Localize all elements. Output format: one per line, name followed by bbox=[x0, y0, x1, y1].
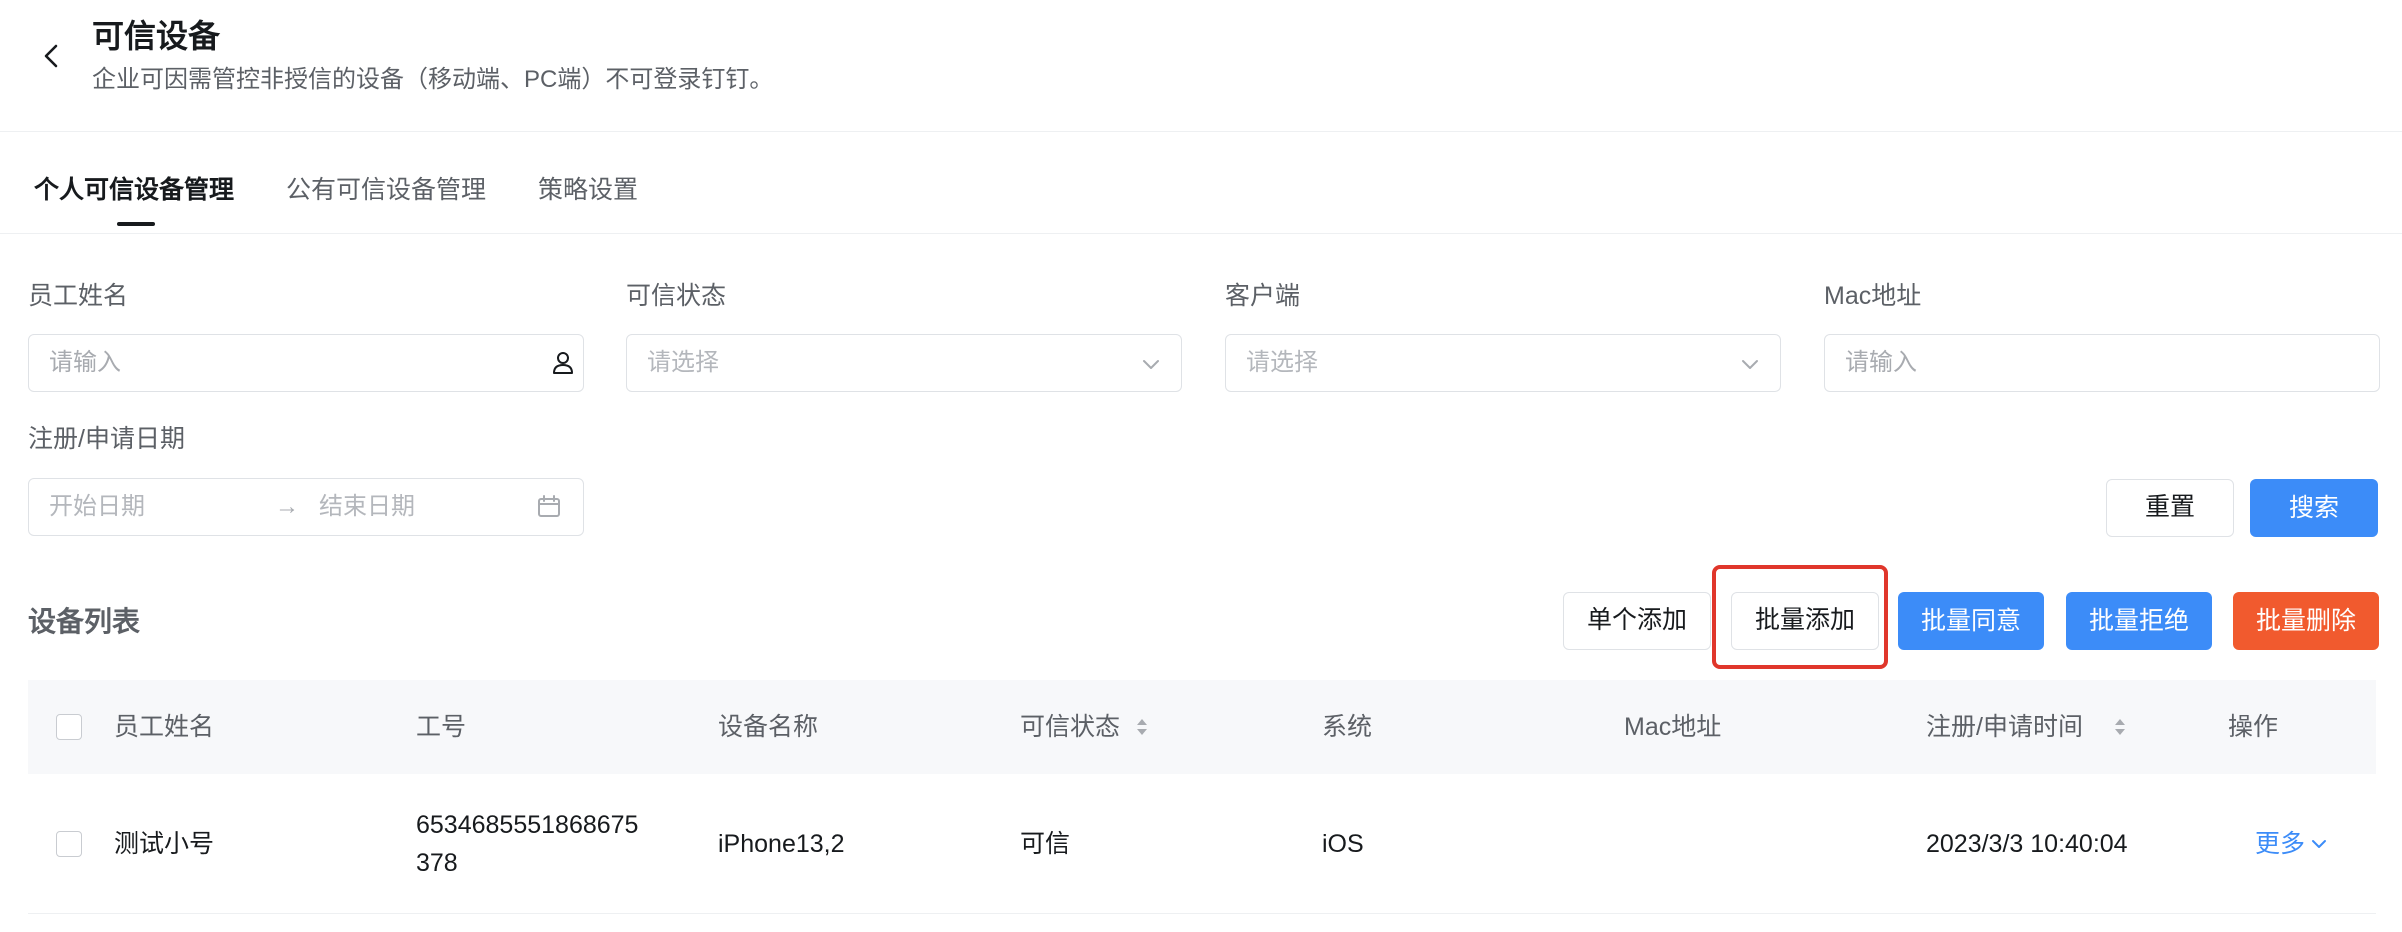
employee-name-input[interactable] bbox=[49, 345, 529, 381]
mac-address-input[interactable] bbox=[1845, 345, 2355, 381]
table-header: 员工姓名 工号 设备名称 可信状态 系统 Mac地址 注册/申请时间 操作 bbox=[28, 680, 2376, 774]
chevron-down-icon bbox=[2312, 840, 2326, 848]
row-checkbox[interactable] bbox=[56, 831, 82, 857]
reset-button[interactable]: 重置 bbox=[2106, 479, 2234, 537]
column-os: 系统 bbox=[1322, 713, 1373, 741]
chevron-down-icon bbox=[1742, 360, 1758, 369]
cell-register-time: 2023/3/3 10:40:04 bbox=[1926, 830, 2128, 858]
column-job-number: 工号 bbox=[416, 713, 467, 741]
sort-icon[interactable] bbox=[2112, 715, 2128, 739]
user-icon[interactable] bbox=[549, 349, 577, 377]
search-button[interactable]: 搜索 bbox=[2250, 479, 2378, 537]
cell-job-number-line1: 6534685551868675 bbox=[416, 811, 639, 839]
tab-personal-devices[interactable]: 个人可信设备管理 bbox=[34, 172, 234, 208]
more-actions-link[interactable]: 更多 bbox=[2255, 825, 2326, 863]
client-select[interactable]: 请选择 bbox=[1225, 334, 1781, 392]
column-register-time[interactable]: 注册/申请时间 bbox=[1926, 709, 2083, 745]
trust-status-select[interactable]: 请选择 bbox=[626, 334, 1182, 392]
chevron-down-icon bbox=[1143, 360, 1159, 369]
client-placeholder: 请选择 bbox=[1246, 349, 1318, 376]
more-actions-label: 更多 bbox=[2255, 830, 2306, 858]
batch-add-highlight bbox=[1712, 565, 1888, 669]
date-range-label: 注册/申请日期 bbox=[28, 425, 185, 453]
trust-status-label: 可信状态 bbox=[626, 282, 727, 310]
column-device-name: 设备名称 bbox=[718, 713, 819, 741]
page-title: 可信设备 bbox=[92, 18, 221, 54]
mac-address-field bbox=[1824, 334, 2380, 392]
column-trust-status[interactable]: 可信状态 bbox=[1020, 709, 1120, 745]
tab-public-devices[interactable]: 公有可信设备管理 bbox=[286, 172, 486, 208]
column-mac-address: Mac地址 bbox=[1624, 713, 1722, 741]
trust-status-placeholder: 请选择 bbox=[647, 349, 719, 376]
page-description: 企业可因需管控非授信的设备（移动端、PC端）不可登录钉钉。 bbox=[92, 66, 774, 93]
back-arrow-icon[interactable] bbox=[36, 40, 68, 72]
end-date-placeholder[interactable]: 结束日期 bbox=[319, 489, 415, 525]
client-label: 客户端 bbox=[1225, 282, 1301, 310]
mac-address-label: Mac地址 bbox=[1824, 282, 1922, 310]
employee-name-field bbox=[28, 334, 584, 392]
batch-approve-button[interactable]: 批量同意 bbox=[1898, 592, 2044, 650]
device-list-title: 设备列表 bbox=[28, 606, 141, 637]
date-range-separator: → bbox=[275, 493, 299, 520]
batch-reject-button[interactable]: 批量拒绝 bbox=[2066, 592, 2212, 650]
tab-bar: 个人可信设备管理 公有可信设备管理 策略设置 bbox=[0, 132, 2402, 234]
column-employee-name: 员工姓名 bbox=[114, 713, 215, 741]
start-date-placeholder[interactable]: 开始日期 bbox=[49, 489, 145, 525]
batch-delete-button[interactable]: 批量删除 bbox=[2233, 592, 2379, 650]
calendar-icon bbox=[538, 495, 560, 517]
tab-policy-settings[interactable]: 策略设置 bbox=[538, 172, 638, 208]
employee-name-label: 员工姓名 bbox=[28, 282, 129, 310]
cell-employee-name: 测试小号 bbox=[114, 830, 215, 858]
table-row: 测试小号 6534685551868675 378 iPhone13,2 可信 … bbox=[28, 774, 2376, 914]
page-header: 可信设备 企业可因需管控非授信的设备（移动端、PC端）不可登录钉钉。 bbox=[0, 0, 2402, 132]
column-actions: 操作 bbox=[2228, 713, 2279, 741]
date-range-picker[interactable]: 开始日期 → 结束日期 bbox=[28, 478, 584, 536]
single-add-button[interactable]: 单个添加 bbox=[1563, 592, 1711, 650]
cell-os: iOS bbox=[1322, 830, 1364, 858]
cell-job-number-line2: 378 bbox=[416, 849, 458, 877]
cell-device-name: iPhone13,2 bbox=[718, 830, 845, 858]
cell-trust-status: 可信 bbox=[1020, 830, 1071, 858]
active-tab-indicator bbox=[117, 222, 155, 226]
select-all-checkbox[interactable] bbox=[56, 714, 82, 740]
sort-icon[interactable] bbox=[1134, 715, 1150, 739]
